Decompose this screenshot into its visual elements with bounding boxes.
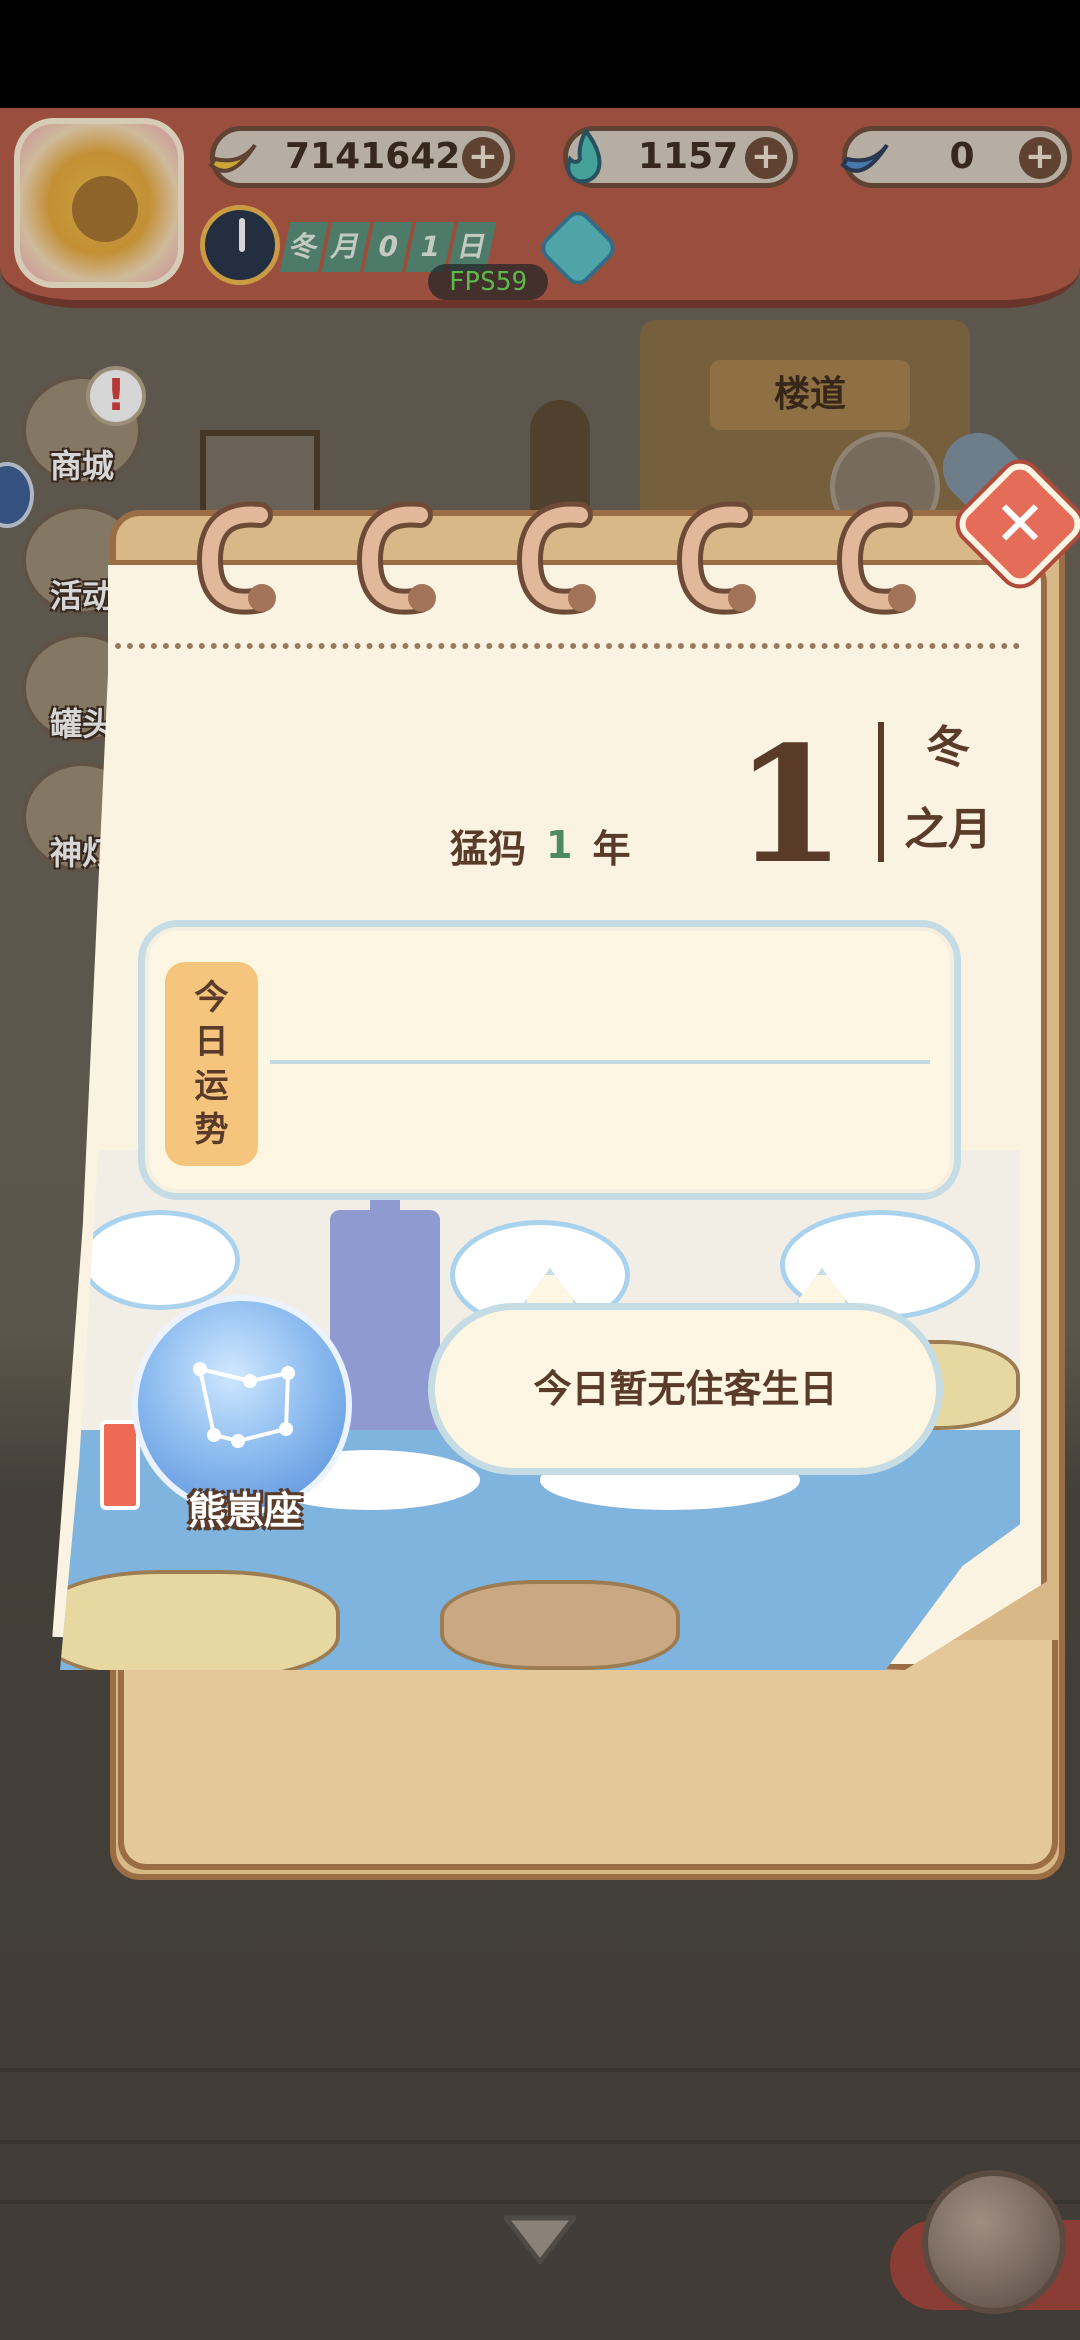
- cloud: [80, 1210, 240, 1310]
- binder-ring-icon: [836, 501, 916, 615]
- season-label: 冬: [926, 722, 970, 773]
- collapse-arrow-icon[interactable]: [500, 2210, 580, 2270]
- month-label: 之月: [904, 804, 992, 855]
- constellation-name: 熊崽座: [187, 1489, 302, 1533]
- binder-ring-icon: [196, 501, 276, 615]
- fortune-title-char: 日: [194, 1022, 229, 1062]
- day-number: 1: [734, 711, 846, 899]
- birthday-text: 今日暂无住客生日: [533, 1367, 838, 1411]
- year-prefix: 猛犸: [450, 826, 527, 871]
- wooden-boat: [440, 1580, 680, 1670]
- birthday-bubble: 今日暂无住客生日: [428, 1303, 943, 1475]
- fortune-title-char: 势: [194, 1110, 229, 1150]
- year-number: 1: [546, 823, 573, 867]
- status-bar-area: [0, 0, 1080, 108]
- calendar-base: [118, 1640, 1058, 1870]
- year-suffix: 年: [592, 826, 631, 871]
- yarn-ball-button[interactable]: [922, 2170, 1066, 2314]
- binder-ring-icon: [356, 501, 436, 615]
- binder-ring-icon: [676, 501, 756, 615]
- year-line: 猛犸 1 年: [450, 815, 680, 875]
- close-icon: ✕: [994, 487, 1046, 560]
- daily-fortune-tab: 今 日 运 势: [165, 962, 258, 1166]
- lighthouse-illustration: [100, 1420, 140, 1510]
- fortune-text-line: [270, 1060, 930, 1064]
- constellation-icon: [193, 1362, 295, 1448]
- binder-ring-icon: [516, 501, 596, 615]
- perforation-line: [115, 643, 1020, 649]
- island: [60, 1570, 340, 1670]
- fortune-title-char: 运: [194, 1066, 229, 1106]
- game-screen: 楼道 7141642 + 1157 + 0 + 冬 月 0 1 日 FPS59: [0, 0, 1080, 2340]
- fortune-title-char: 今: [194, 978, 229, 1018]
- month-divider: [878, 722, 884, 862]
